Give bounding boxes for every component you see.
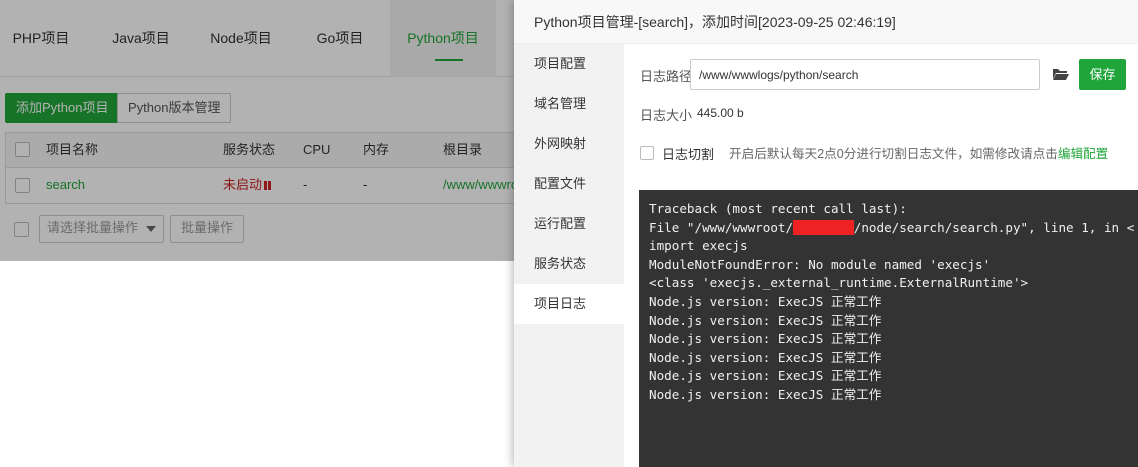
log-line: Node.js version: ExecJS 正常工作 bbox=[649, 386, 882, 402]
log-line: Traceback (most recent call last): bbox=[649, 201, 907, 216]
sidebar-item-service-status[interactable]: 服务状态 bbox=[514, 244, 624, 284]
log-size-value: 445.00 b bbox=[697, 106, 744, 120]
log-line: Node.js version: ExecJS 正常工作 bbox=[649, 312, 882, 328]
log-output[interactable]: Traceback (most recent call last): File … bbox=[639, 190, 1138, 467]
log-size-label: 日志大小 bbox=[640, 108, 693, 123]
sidebar-item-run-config[interactable]: 运行配置 bbox=[514, 204, 624, 244]
log-line: Node.js version: ExecJS 正常工作 bbox=[649, 349, 882, 365]
log-cut-checkbox[interactable] bbox=[640, 146, 654, 160]
sidebar-item-config-file[interactable]: 配置文件 bbox=[514, 164, 624, 204]
dialog-sidebar: 项目配置 域名管理 外网映射 配置文件 运行配置 服务状态 项目日志 bbox=[514, 44, 624, 467]
log-line: Node.js version: ExecJS 正常工作 bbox=[649, 331, 882, 347]
redacted-text: xxxxxxxx bbox=[793, 219, 854, 235]
sidebar-item-port-mapping[interactable]: 外网映射 bbox=[514, 124, 624, 164]
log-line: import execjs bbox=[649, 238, 748, 254]
log-line: Node.js version: ExecJS 正常工作 bbox=[649, 293, 882, 309]
edit-config-link[interactable]: 编辑配置 bbox=[1058, 147, 1108, 161]
log-line: <class 'execjs._external_runtime.Externa… bbox=[649, 275, 1029, 291]
log-line: Node.js version: ExecJS 正常工作 bbox=[649, 368, 882, 384]
log-cut-hint-text: 开启后默认每天2点0分进行切割日志文件，如需修改请点击 bbox=[729, 147, 1058, 161]
sidebar-item-project-log[interactable]: 项目日志 bbox=[514, 284, 624, 324]
sidebar-item-project-config[interactable]: 项目配置 bbox=[514, 44, 624, 84]
log-line: File "/www/wwwroot/xxxxxxxx/node/search/… bbox=[649, 219, 1138, 238]
log-path-input[interactable] bbox=[690, 59, 1040, 90]
folder-open-icon[interactable] bbox=[1052, 65, 1070, 83]
dialog-title: Python项目管理-[search]，添加时间[2023-09-25 02:4… bbox=[514, 0, 1138, 44]
python-project-dialog: Python项目管理-[search]，添加时间[2023-09-25 02:4… bbox=[514, 0, 1138, 467]
log-line-part: /node/search/search.py", line 1, in < bbox=[853, 219, 1135, 235]
log-cut-label: 日志切割 bbox=[662, 147, 715, 162]
save-button[interactable]: 保存 bbox=[1079, 59, 1126, 90]
log-line: ModuleNotFoundError: No module named 'ex… bbox=[649, 256, 991, 272]
log-path-label: 日志路径 bbox=[640, 69, 693, 84]
log-cut-hint: 开启后默认每天2点0分进行切割日志文件，如需修改请点击编辑配置 bbox=[729, 143, 1108, 162]
sidebar-item-domain[interactable]: 域名管理 bbox=[514, 84, 624, 124]
log-line-part: File "/www/wwwroot/ bbox=[649, 219, 794, 235]
log-panel: 日志路径 保存 日志大小 445.00 b 日志切割 开启后默认每天2点0分进行… bbox=[624, 44, 1138, 467]
